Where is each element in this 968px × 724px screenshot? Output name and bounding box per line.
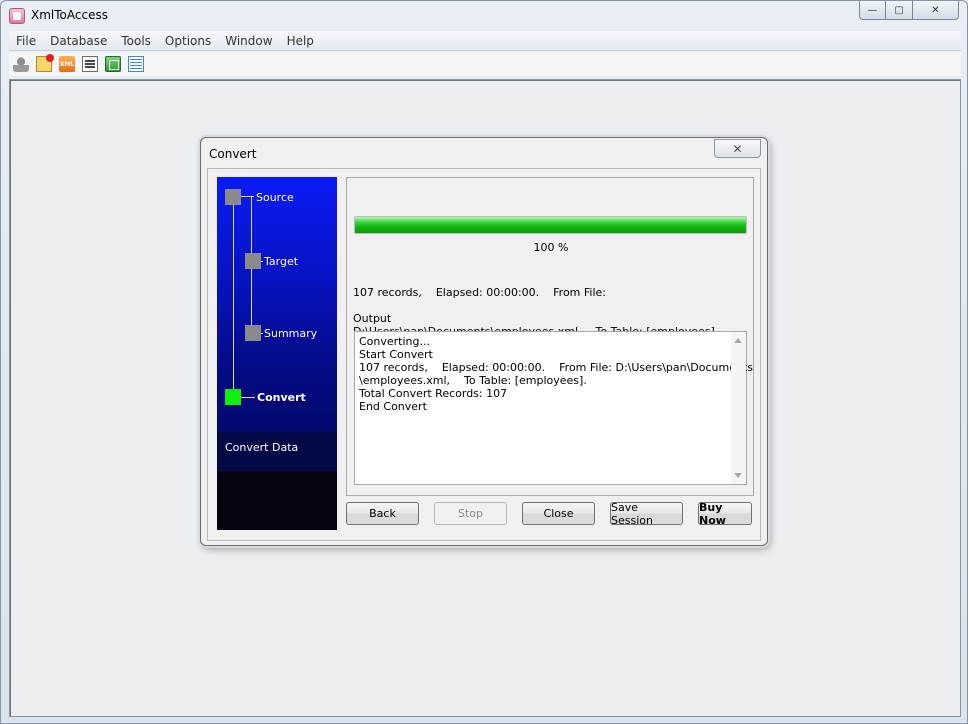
scroll-up-arrow-icon[interactable]: [734, 338, 742, 343]
step-caption: Convert Data: [225, 441, 299, 454]
close-button[interactable]: Close: [522, 502, 595, 525]
output-line: Converting...: [359, 335, 430, 348]
window-controls: — ▢ ✕: [859, 1, 959, 20]
output-scrollbar[interactable]: [731, 332, 746, 484]
dialog-title: Convert: [209, 147, 257, 161]
maximize-button[interactable]: ▢: [886, 1, 913, 20]
menu-options[interactable]: Options: [158, 34, 218, 48]
minimize-button[interactable]: —: [859, 1, 886, 20]
output-label: Output: [353, 312, 392, 325]
save-session-button[interactable]: Save Session: [610, 501, 683, 527]
window-icon[interactable]: [105, 56, 121, 72]
menu-tools[interactable]: Tools: [114, 34, 158, 48]
delete-icon[interactable]: [36, 54, 54, 72]
menu-bar: File Database Tools Options Window Help: [9, 31, 961, 51]
output-lines: Converting... Start Convert 107 records,…: [359, 335, 754, 413]
convert-dialog: Convert ✕ Source Target Summary Convert …: [200, 137, 768, 546]
back-button[interactable]: Back: [346, 502, 419, 525]
output-textarea[interactable]: Converting... Start Convert 107 records,…: [354, 331, 754, 485]
progress-percent: 100 %: [533, 241, 569, 254]
menu-help[interactable]: Help: [280, 34, 321, 48]
progress-bar: [354, 216, 747, 234]
close-window-button[interactable]: ✕: [913, 1, 959, 20]
step-summary-marker: [245, 325, 261, 341]
step-convert-marker: [225, 389, 241, 405]
menu-database[interactable]: Database: [43, 34, 114, 48]
xml-icon-text: XML: [59, 60, 75, 68]
output-line: Start Convert: [359, 348, 433, 361]
step-target-marker: [245, 253, 261, 269]
step-summary-label: Summary: [264, 327, 318, 340]
status-line-1: 107 records, Elapsed: 00:00:00. From Fil…: [353, 286, 607, 299]
step-connector: [233, 196, 234, 399]
xml-icon[interactable]: XML: [59, 56, 75, 72]
user-icon[interactable]: [13, 56, 29, 72]
progress-fill: [355, 217, 746, 233]
step-target-label: Target: [264, 255, 299, 268]
step-convert-label: Convert: [257, 391, 306, 404]
wizard-steps-panel: Source Target Summary Convert Convert Da…: [217, 177, 337, 530]
step-source-marker: [225, 189, 241, 205]
side-footer: [217, 471, 337, 530]
dialog-close-button[interactable]: ✕: [714, 139, 761, 158]
title-bar: XmlToAccess — ▢ ✕: [1, 1, 967, 31]
app-icon: [9, 8, 25, 24]
stop-button[interactable]: Stop: [434, 502, 507, 525]
menu-file[interactable]: File: [9, 34, 43, 48]
output-line: 107 records, Elapsed: 00:00:00. From Fil…: [359, 361, 754, 374]
output-line: End Convert: [359, 400, 427, 413]
scroll-down-arrow-icon[interactable]: [734, 473, 742, 478]
output-line: Total Convert Records: 107: [359, 387, 508, 400]
app-title: XmlToAccess: [31, 8, 108, 22]
dialog-body: Source Target Summary Convert Convert Da…: [207, 168, 761, 541]
menu-window[interactable]: Window: [218, 34, 279, 48]
toolbar: XML: [9, 52, 961, 76]
table-icon[interactable]: [128, 56, 144, 72]
buy-now-button[interactable]: Buy Now: [698, 501, 752, 527]
output-line: \employees.xml, To Table: [employees].: [359, 374, 587, 387]
step-source-label: Source: [256, 191, 294, 204]
convert-content-panel: 100 % 107 records, Elapsed: 00:00:00. Fr…: [346, 177, 754, 496]
script-icon[interactable]: [82, 56, 98, 72]
